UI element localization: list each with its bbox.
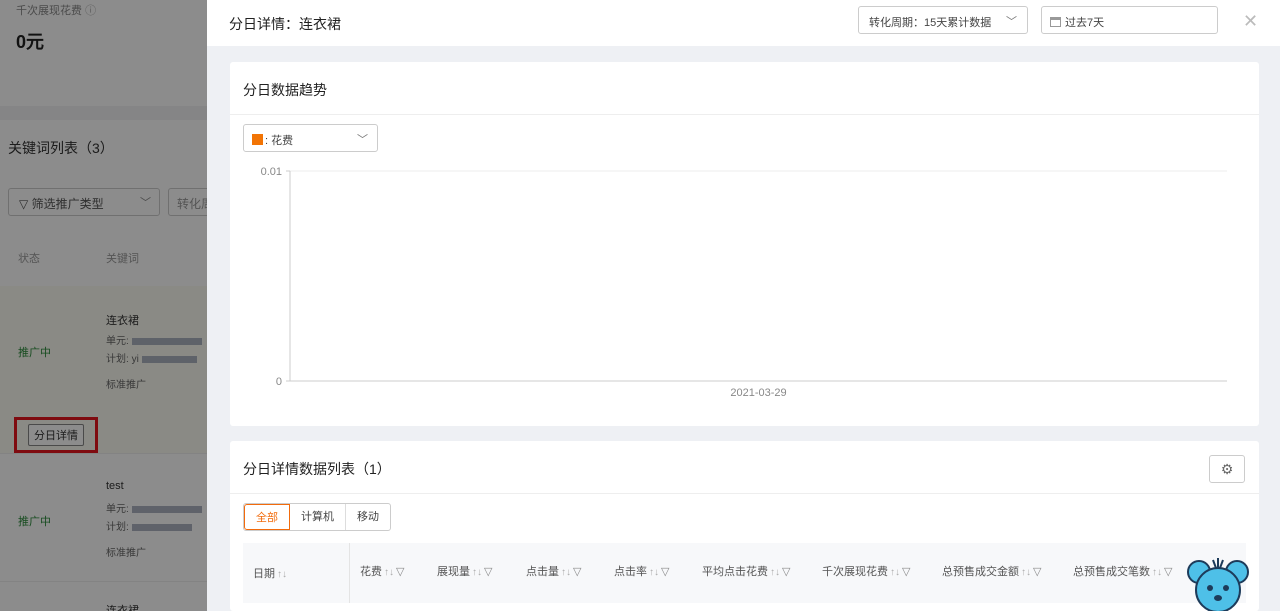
gear-icon: ⚙ xyxy=(1220,461,1234,477)
column-date[interactable]: 日期 ↑↓ xyxy=(253,565,287,581)
date-column-header: 日期 ↑↓ xyxy=(243,543,350,603)
sort-icon[interactable]: ↑↓ xyxy=(890,567,900,578)
x-tick-label: 2021-03-29 xyxy=(730,387,786,399)
filter-icon[interactable]: ▽ xyxy=(902,566,910,578)
daily-detail-drawer: 分日详情：连衣裙 转化周期：15天累计数据 ﹀ 过去7天 ✕ 分日数据趋势 : … xyxy=(207,0,1280,611)
drawer-title: 分日详情：连衣裙 xyxy=(229,16,341,32)
column-presale-amount[interactable]: 总预售成交金额 ↑↓ ▽ xyxy=(942,563,1041,579)
column-impressions[interactable]: 展现量 ↑↓ ▽ xyxy=(437,563,492,579)
sort-icon[interactable]: ↑↓ xyxy=(1152,567,1162,578)
column-presale-orders[interactable]: 总预售成交笔数 ↑↓ ▽ xyxy=(1073,563,1172,579)
table-title: 分日详情数据列表（1） xyxy=(243,461,391,477)
column-avg-cpc[interactable]: 平均点击花费 ↑↓ ▽ xyxy=(702,563,790,579)
filter-icon[interactable]: ▽ xyxy=(484,566,492,578)
filter-icon[interactable]: ▽ xyxy=(396,566,404,578)
sort-icon[interactable]: ↑↓ xyxy=(277,569,287,580)
divider xyxy=(230,493,1259,494)
filter-icon[interactable]: ▽ xyxy=(782,566,790,578)
filter-icon[interactable]: ▽ xyxy=(1164,566,1172,578)
divider xyxy=(230,114,1259,115)
date-range-picker[interactable]: 过去7天 xyxy=(1041,6,1218,34)
metric-select[interactable]: : 花费 ﹀ xyxy=(243,124,378,152)
conversion-period-select[interactable]: 转化周期：15天累计数据 ﹀ xyxy=(858,6,1028,34)
y-tick-label: 0 xyxy=(276,376,282,388)
device-tabs: 全部 计算机 移动 xyxy=(243,503,391,531)
sort-icon[interactable]: ↑↓ xyxy=(561,567,571,578)
sort-icon[interactable]: ↑↓ xyxy=(384,567,394,578)
column-cost[interactable]: 花费 ↑↓ ▽ xyxy=(360,563,404,579)
calendar-icon xyxy=(1050,17,1061,27)
column-ctr[interactable]: 点击率 ↑↓ ▽ xyxy=(614,563,669,579)
chevron-down-icon: ﹀ xyxy=(1006,16,1017,28)
sort-icon[interactable]: ↑↓ xyxy=(472,567,482,578)
column-clicks[interactable]: 点击量 ↑↓ ▽ xyxy=(526,563,581,579)
trend-chart: 0 0.01 2021-03-29 xyxy=(261,166,1227,399)
trend-title: 分日数据趋势 xyxy=(243,82,327,98)
filter-icon[interactable]: ▽ xyxy=(661,566,669,578)
table-header: 日期 ↑↓ 花费 ↑↓ ▽ 展现量 ↑↓ ▽ 点击量 ↑↓ ▽ 点击率 ↑↓ ▽ 平均点击花费 ↑↓… xyxy=(243,543,1246,603)
drawer-header: 分日详情：连衣裙 转化周期：15天累计数据 ﹀ 过去7天 ✕ xyxy=(207,0,1280,46)
sort-icon[interactable]: ↑↓ xyxy=(1021,567,1031,578)
assistant-mascot-icon[interactable] xyxy=(1187,556,1249,611)
detail-table-card: 分日详情数据列表（1） ⚙ 全部 计算机 移动 日期 ↑↓ 花费 ↑↓ ▽ 展现量 ↑↓… xyxy=(230,441,1259,611)
tab-computer[interactable]: 计算机 xyxy=(290,504,346,530)
series-color-swatch xyxy=(252,134,263,145)
column-cpm[interactable]: 千次展现花费 ↑↓ ▽ xyxy=(822,563,910,579)
sort-icon[interactable]: ↑↓ xyxy=(649,567,659,578)
filter-icon[interactable]: ▽ xyxy=(573,566,581,578)
tab-all[interactable]: 全部 xyxy=(244,504,290,530)
sort-icon[interactable]: ↑↓ xyxy=(770,567,780,578)
y-tick-label: 0.01 xyxy=(261,166,282,178)
tab-mobile[interactable]: 移动 xyxy=(346,504,390,530)
close-icon[interactable]: ✕ xyxy=(1243,12,1258,30)
settings-button[interactable]: ⚙ xyxy=(1209,455,1245,483)
filter-icon[interactable]: ▽ xyxy=(1033,566,1041,578)
chevron-down-icon: ﹀ xyxy=(357,134,368,146)
trend-card: 分日数据趋势 : 花费 ﹀ 0 0.01 2021-03-29 xyxy=(230,62,1259,426)
